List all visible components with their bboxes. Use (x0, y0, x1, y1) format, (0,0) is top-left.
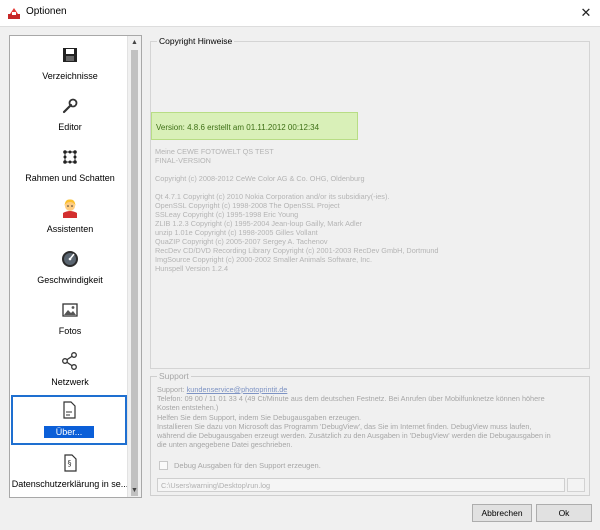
support-group-title: Support (157, 371, 191, 381)
support-help-line: Installieren Sie dazu von Microsoft das … (157, 422, 532, 431)
copyright-line: unzip 1.01e Copyright (c) 1998-2005 Gill… (155, 228, 318, 237)
sidebar-item-label: Datenschutzerklärung in se... (11, 479, 129, 489)
debug-checkbox-label: Debug Ausgaben für den Support erzeugen. (174, 461, 321, 470)
copyright-line: ZLIB 1.2.3 Copyright (c) 1995-2004 Jean-… (155, 219, 363, 228)
version-text: Version: 4.8.6 erstellt am 01.11.2012 00… (156, 123, 320, 132)
copyright-group-title: Copyright Hinweise (157, 36, 235, 46)
sidebar-item-label: Editor (58, 122, 82, 132)
close-button[interactable]: ✕ (572, 0, 600, 26)
assistant-avatar-icon (63, 199, 77, 218)
sidebar-item-rahmen-und-schatten[interactable]: Rahmen und Schatten (11, 142, 129, 193)
document-icon (63, 401, 76, 419)
copyright-line: Copyright (c) 2008-2012 CeWe Color AG & … (155, 174, 365, 183)
photo-icon (62, 303, 78, 317)
network-nodes-icon (62, 352, 77, 370)
sidebar-item-datenschutzerklaerung[interactable]: § Datenschutzerklärung in se... (11, 448, 129, 499)
sidebar-item-editor[interactable]: Editor (11, 91, 129, 142)
options-sidebar: Verzeichnisse Editor Rahmen und Schatten (9, 35, 142, 498)
sidebar-item-fotos[interactable]: Fotos (11, 295, 129, 346)
copyright-line: ImgSource Copyright (c) 2000-2002 Smalle… (155, 255, 372, 264)
ok-button[interactable]: Ok (536, 504, 592, 522)
support-help-line: Helfen Sie dem Support, indem Sie Debuga… (157, 413, 362, 422)
version-highlight: Version: 4.8.6 erstellt am 01.11.2012 00… (151, 112, 358, 140)
copyright-line: SSLeay Copyright (c) 1995-1998 Eric Youn… (155, 210, 299, 219)
sidebar-item-label: Verzeichnisse (42, 71, 98, 81)
svg-text:§: § (68, 459, 72, 468)
sidebar-item-assistenten[interactable]: Assistenten (11, 193, 129, 244)
debug-checkbox[interactable] (159, 461, 168, 470)
sidebar-item-label: Über... (44, 426, 94, 438)
support-group: Support Support: kundenservice@photoprin… (150, 371, 590, 496)
support-phone-line: Kosten entstehen.) (157, 403, 219, 412)
support-email-link[interactable]: kundenservice@photoprintit.de (187, 385, 288, 394)
copyright-group: Copyright Hinweise Version: 4.8.6 erstel… (150, 36, 590, 369)
paragraph-document-icon: § (64, 454, 77, 472)
copyright-line: Meine CEWE FOTOWELT QS TEST (155, 147, 274, 156)
log-path-field[interactable]: C:\Users\warning\Desktop\run.log (157, 478, 565, 492)
copyright-text: Meine CEWE FOTOWELT QS TEST FINAL-VERSIO… (155, 147, 585, 273)
sidebar-item-label: Rahmen und Schatten (25, 173, 115, 183)
copyright-line: FINAL-VERSION (155, 156, 211, 165)
sidebar-item-label: Netzwerk (51, 377, 89, 387)
copyright-line: RecDev CD/DVD Recording Library Copyrigh… (155, 246, 439, 255)
speedometer-icon (62, 251, 78, 267)
sidebar-item-ueber[interactable]: Über... (11, 395, 127, 445)
frame-dots-icon (63, 150, 77, 164)
scroll-thumb[interactable] (131, 50, 138, 496)
sidebar-item-label: Geschwindigkeit (37, 275, 103, 285)
scroll-down-button[interactable]: ▼ (128, 484, 141, 497)
sidebar-item-netzwerk[interactable]: Netzwerk (11, 346, 129, 397)
sidebar-item-verzeichnisse[interactable]: Verzeichnisse (11, 40, 129, 91)
scroll-up-button[interactable]: ▲ (128, 36, 141, 49)
copyright-line: QuaZIP Copyright (c) 2005-2007 Sergey A.… (155, 237, 328, 246)
sidebar-item-geschwindigkeit[interactable]: Geschwindigkeit (11, 244, 129, 295)
title-bar: Optionen ✕ (0, 0, 600, 26)
sidebar-item-label: Assistenten (46, 224, 94, 234)
options-dialog: Verzeichnisse Editor Rahmen und Schatten (0, 26, 600, 530)
support-help-line: während die Debugausgaben erzeugt werden… (157, 431, 551, 440)
cancel-button[interactable]: Abbrechen (472, 504, 532, 522)
copyright-line: Hunspell Version 1.2.4 (155, 264, 229, 273)
debug-checkbox-row[interactable]: Debug Ausgaben für den Support erzeugen. (159, 461, 321, 470)
copyright-line: Qt 4.7.1 Copyright (c) 2010 Nokia Corpor… (155, 192, 390, 201)
browse-button[interactable] (567, 478, 585, 492)
support-phone-line: Telefon: 09 00 / 11 01 33 4 (49 Ct/Minut… (157, 394, 545, 403)
copyright-line (155, 165, 585, 174)
copyright-line: OpenSSL Copyright (c) 1998-2008 The Open… (155, 201, 340, 210)
copyright-line (155, 183, 585, 192)
app-icon (8, 8, 20, 19)
floppy-disk-icon (63, 48, 77, 62)
support-text: Support: kundenservice@photoprintit.de T… (157, 385, 585, 449)
support-label: Support: (157, 385, 187, 394)
window-title: Optionen (26, 6, 67, 17)
sidebar-item-label: Fotos (58, 326, 82, 336)
wrench-icon (62, 98, 78, 114)
support-help-line: die unten angegebene Datei geschrieben. (157, 440, 293, 449)
sidebar-scrollbar[interactable]: ▲ ▼ (127, 36, 141, 497)
